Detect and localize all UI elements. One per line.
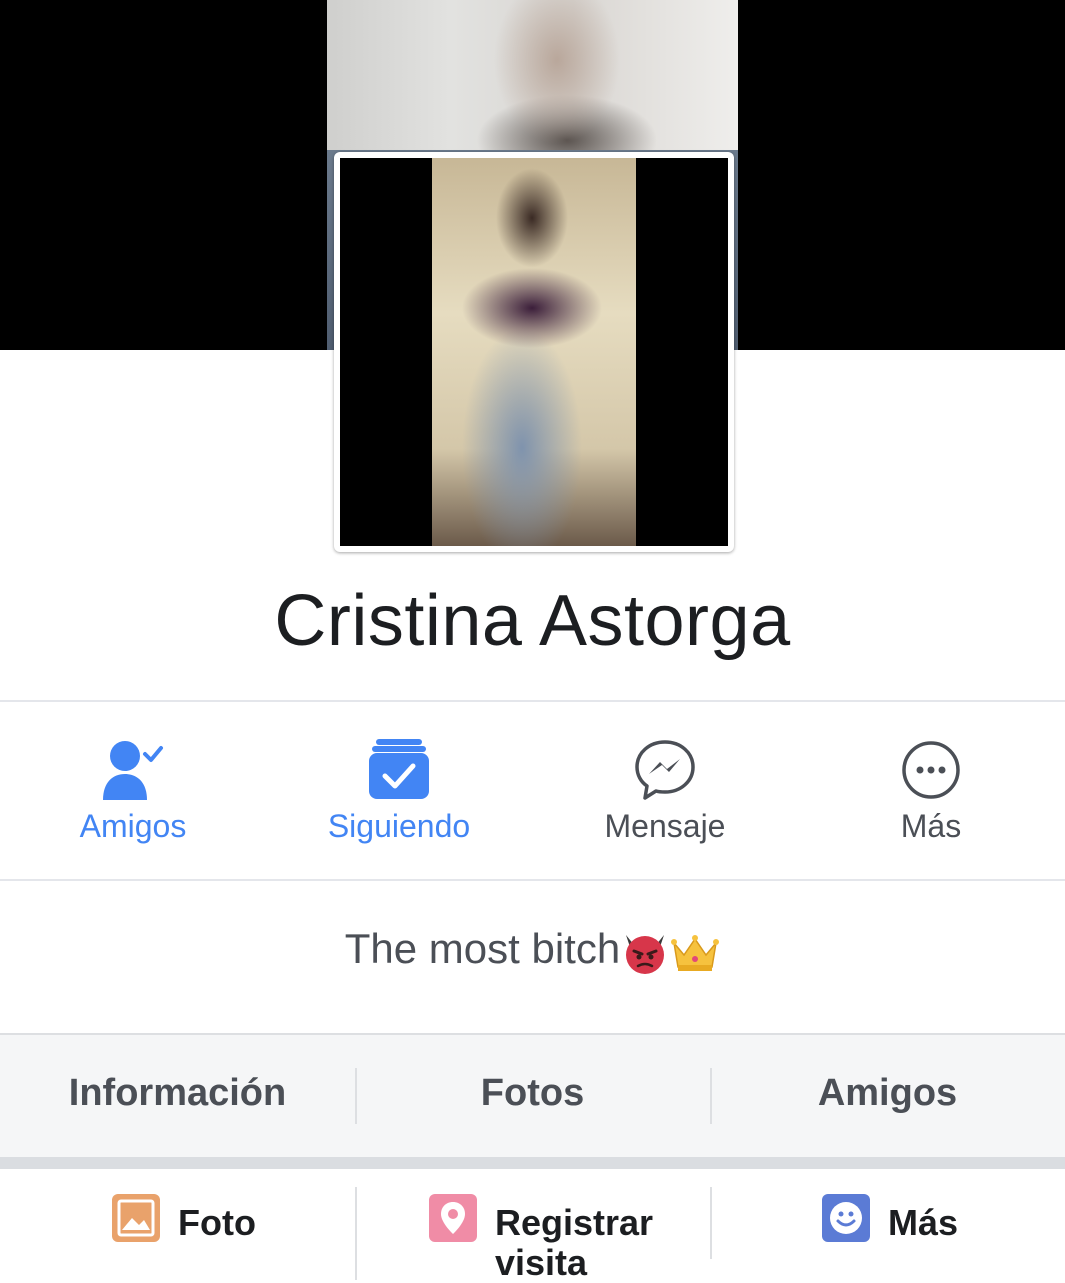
checkin-label: Registrar visita [495,1202,654,1283]
photo-icon [112,1194,160,1242]
profile-picture[interactable] [334,152,734,552]
profile-tabs: Información Fotos Amigos [0,1033,1065,1159]
more-label: Más [900,808,962,844]
photo-button[interactable]: Foto [0,1169,355,1280]
messenger-icon [633,738,697,802]
angry-devil-emoji [620,927,670,977]
crown-emoji [670,927,720,977]
more-composer-label: Más [888,1202,959,1243]
profile-name: Cristina Astorga [274,581,791,661]
smiley-icon [822,1194,870,1242]
checkin-button[interactable]: Registrar visita [355,1169,710,1283]
more-button[interactable]: Más [798,703,1064,880]
section-gap [0,1157,1065,1169]
friends-label: Amigos [79,808,187,844]
following-button[interactable]: Siguiendo [266,703,532,880]
tab-photos[interactable]: Fotos [355,1035,710,1157]
following-label: Siguiendo [327,808,471,844]
tab-friends[interactable]: Amigos [710,1035,1065,1157]
friends-check-icon [101,738,165,802]
composer-actions: Foto Registrar visita Más [0,1169,1065,1283]
more-composer-button[interactable]: Más [710,1169,1065,1280]
location-pin-icon [429,1194,477,1242]
more-dots-icon [899,738,963,802]
profile-bio: The most bitch [0,925,1065,977]
profile-actions: Amigos Siguiendo Mensaje Más [0,703,1065,880]
bio-text: The most bitch [344,925,621,972]
tab-information[interactable]: Información [0,1035,355,1157]
following-inbox-icon [367,738,431,802]
message-button[interactable]: Mensaje [532,703,798,880]
divider [0,700,1065,702]
profile-photo [340,158,728,546]
photo-label: Foto [178,1202,256,1243]
message-label: Mensaje [604,808,726,844]
divider [0,879,1065,881]
friends-button[interactable]: Amigos [0,703,266,880]
profile-photo-image [432,158,636,546]
